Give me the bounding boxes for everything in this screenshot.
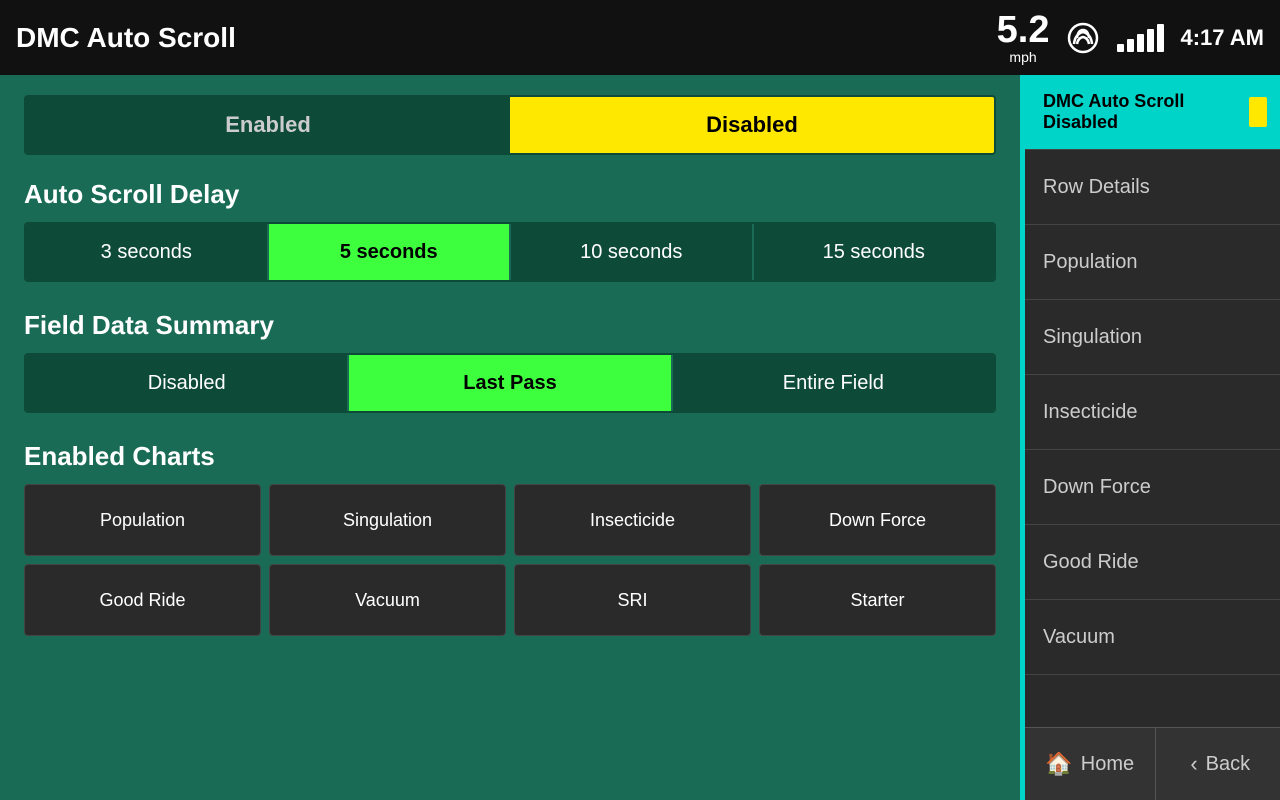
home-icon: 🏠 [1045,751,1072,777]
delay-15s[interactable]: 15 seconds [754,224,995,280]
chart-good-ride[interactable]: Good Ride [24,564,261,636]
speed-value: 5.2 [997,11,1050,49]
chart-insecticide[interactable]: Insecticide [514,484,751,556]
signal-bars [1117,24,1164,52]
chart-down-force[interactable]: Down Force [759,484,996,556]
bar2 [1127,39,1134,52]
phone-icon [1065,20,1101,56]
sidebar-item-label-active: DMC Auto Scroll Disabled [1043,91,1184,133]
chart-vacuum[interactable]: Vacuum [269,564,506,636]
delay-3s[interactable]: 3 seconds [26,224,269,280]
clock: 4:17 AM [1180,25,1264,51]
fds-disabled[interactable]: Disabled [26,355,349,411]
delay-selector: 3 seconds 5 seconds 10 seconds 15 second… [24,222,996,282]
chart-sri[interactable]: SRI [514,564,751,636]
fds-last-pass[interactable]: Last Pass [349,355,672,411]
fds-entire-field[interactable]: Entire Field [673,355,994,411]
bar1 [1117,44,1124,52]
left-content: Enabled Disabled Auto Scroll Delay 3 sec… [0,75,1020,800]
bar3 [1137,34,1144,52]
enabled-charts-label: Enabled Charts [24,441,996,472]
chart-population[interactable]: Population [24,484,261,556]
sidebar-item-good-ride[interactable]: Good Ride [1025,525,1280,600]
fds-selector: Disabled Last Pass Entire Field [24,353,996,413]
back-chevron-icon: ‹ [1190,751,1197,777]
bar4 [1147,29,1154,52]
chart-starter[interactable]: Starter [759,564,996,636]
speed-unit: mph [997,49,1050,65]
sidebar-item-down-force[interactable]: Down Force [1025,450,1280,525]
sidebar-item-insecticide[interactable]: Insecticide [1025,375,1280,450]
delay-10s[interactable]: 10 seconds [511,224,754,280]
sidebar-item-dmc-auto-scroll[interactable]: DMC Auto Scroll Disabled [1025,75,1280,150]
status-badge-yellow [1249,97,1267,127]
delay-5s[interactable]: 5 seconds [269,224,512,280]
chart-singulation[interactable]: Singulation [269,484,506,556]
enable-disable-toggle[interactable]: Enabled Disabled [24,95,996,155]
auto-scroll-delay-label: Auto Scroll Delay [24,179,996,210]
app-title: DMC Auto Scroll [16,22,236,54]
home-button[interactable]: 🏠 Home [1025,728,1156,800]
disabled-button[interactable]: Disabled [510,97,994,153]
right-sidebar: DMC Auto Scroll Disabled Row Details Pop… [1025,75,1280,800]
back-button[interactable]: ‹ Back [1156,728,1280,800]
sidebar-item-row-details[interactable]: Row Details [1025,150,1280,225]
speed-display: 5.2 mph [997,11,1050,65]
sidebar-bottom-nav: 🏠 Home ‹ Back [1025,727,1280,800]
top-bar-right: 5.2 mph 4:17 AM [997,0,1264,75]
sidebar-item-singulation[interactable]: Singulation [1025,300,1280,375]
sidebar-item-population[interactable]: Population [1025,225,1280,300]
charts-grid: Population Singulation Insecticide Down … [24,484,996,636]
enabled-button[interactable]: Enabled [26,97,510,153]
sidebar-item-vacuum[interactable]: Vacuum [1025,600,1280,675]
field-data-summary-label: Field Data Summary [24,310,996,341]
bar5 [1157,24,1164,52]
top-bar: DMC Auto Scroll 5.2 mph 4:17 AM [0,0,1280,75]
main-layout: Enabled Disabled Auto Scroll Delay 3 sec… [0,75,1280,800]
